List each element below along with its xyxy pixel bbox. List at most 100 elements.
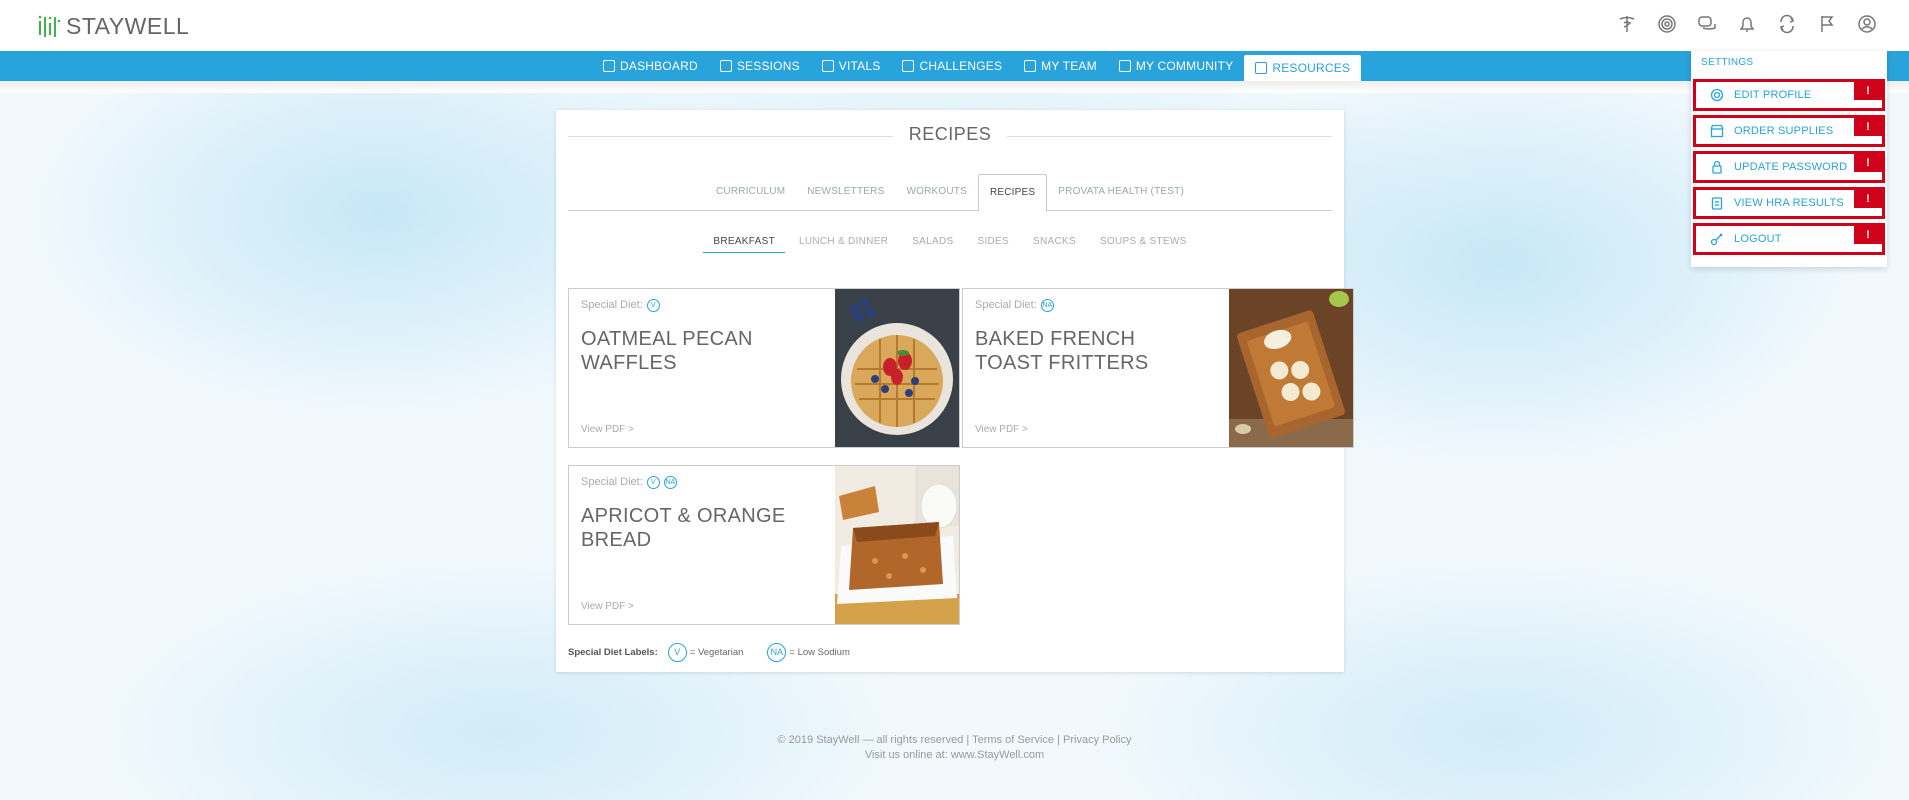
top-header: STAYWELL (0, 0, 1909, 51)
lock-icon (1710, 160, 1724, 174)
recipe-card-oatmeal-pecan-waffles[interactable]: Special Diet: V OATMEAL PECAN WAFFLES Vi… (568, 288, 960, 448)
nav-vitals[interactable]: VITALS (811, 51, 892, 81)
bell-icon[interactable] (1735, 12, 1759, 36)
nav-label: DASHBOARD (620, 59, 698, 73)
vegetarian-badge: V (646, 475, 660, 489)
tab-curriculum[interactable]: CURRICULUM (705, 174, 796, 210)
tab-recipes[interactable]: RECIPES (977, 174, 1048, 212)
recipe-title: OATMEAL PECAN WAFFLES (581, 328, 753, 374)
footer-separator: | (966, 734, 970, 746)
subtab-salads[interactable]: SALADS (902, 232, 963, 252)
staywell-logo[interactable]: STAYWELL (38, 12, 189, 40)
special-diet-row: Special Diet: V NA (581, 474, 811, 490)
logout-icon (1710, 232, 1724, 246)
nav-my-community[interactable]: MY COMMUNITY (1108, 51, 1245, 81)
page-title: RECIPES (892, 124, 1008, 145)
french-toast-image (1229, 289, 1353, 447)
view-pdf-link[interactable]: View PDF > (975, 424, 1028, 435)
settings-edit-profile[interactable]: EDIT PROFILE ! (1693, 79, 1885, 111)
resource-tabs: CURRICULUM NEWSLETTERS WORKOUTS RECIPES … (568, 174, 1332, 212)
title-divider-right (996, 136, 1332, 137)
settings-update-password[interactable]: UPDATE PASSWORD ! (1693, 151, 1885, 183)
settings-item-label: EDIT PROFILE (1734, 89, 1812, 101)
copyright-text: © 2019 StayWell — all rights reserved (777, 734, 964, 746)
settings-logout[interactable]: LOGOUT ! (1693, 223, 1885, 255)
apricot-bread-image (835, 466, 959, 624)
settings-view-hra-results[interactable]: VIEW HRA RESULTS ! (1693, 187, 1885, 219)
terms-of-service-link[interactable]: Terms of Service (972, 734, 1054, 746)
chart-icon (902, 60, 915, 72)
privacy-policy-link[interactable]: Privacy Policy (1063, 734, 1131, 746)
settings-dropdown: SETTINGS EDIT PROFILE ! ORDER SUPPLIES !… (1691, 51, 1887, 267)
vegetarian-badge: V (646, 298, 660, 312)
top-icon-bar (1615, 12, 1879, 36)
vegetarian-legend-badge: V (667, 643, 687, 662)
special-diet-legend: Special Diet Labels: V = Vegetarian NA =… (568, 643, 874, 662)
nav-label: VITALS (838, 59, 881, 73)
settings-header: SETTINGS (1701, 57, 1754, 68)
tab-newsletters[interactable]: NEWSLETTERS (796, 174, 895, 210)
view-pdf-link[interactable]: View PDF > (581, 601, 634, 612)
chat-icon[interactable] (1695, 12, 1719, 36)
nav-resources[interactable]: RESOURCES (1244, 55, 1362, 81)
subtab-lunch-dinner[interactable]: LUNCH & DINNER (789, 232, 898, 252)
sync-icon[interactable] (1775, 12, 1799, 36)
alert-badge: ! (1854, 118, 1882, 136)
broadcast-icon[interactable] (1655, 12, 1679, 36)
nav-label: MY TEAM (1041, 59, 1097, 73)
nav-label: RESOURCES (1272, 61, 1351, 75)
calendar-icon (719, 60, 732, 72)
subtab-soups-stews[interactable]: SOUPS & STEWS (1090, 232, 1197, 252)
gear-icon (1710, 88, 1724, 102)
settings-item-label: UPDATE PASSWORD (1734, 161, 1848, 173)
special-diet-label: Special Diet: (581, 476, 643, 488)
settings-order-supplies[interactable]: ORDER SUPPLIES ! (1693, 115, 1885, 147)
recipe-category-tabs: BREAKFAST LUNCH & DINNER SALADS SIDES SN… (568, 232, 1332, 256)
recipe-title: BAKED FRENCH TOAST FRITTERS (975, 328, 1149, 374)
alert-badge: ! (1854, 154, 1882, 172)
page-footer: © 2019 StayWell — all rights reserved | … (0, 733, 1909, 763)
heart-icon (821, 60, 834, 72)
nav-dashboard[interactable]: DASHBOARD (592, 51, 709, 81)
nav-shadow (0, 81, 1909, 93)
page-title-row: RECIPES (568, 124, 1332, 148)
low-sodium-badge: NA (663, 475, 677, 489)
view-pdf-link[interactable]: View PDF > (581, 424, 634, 435)
recipe-card-baked-french-toast-fritters[interactable]: Special Diet: NA BAKED FRENCH TOAST FRIT… (962, 288, 1354, 448)
subtab-breakfast[interactable]: BREAKFAST (703, 232, 785, 253)
alert-badge: ! (1854, 190, 1882, 208)
team-icon (1024, 60, 1037, 72)
tab-provata-health[interactable]: PROVATA HEALTH (TEST) (1047, 174, 1195, 210)
settings-item-label: LOGOUT (1734, 233, 1782, 245)
nav-label: SESSIONS (736, 59, 800, 73)
visit-us-text: Visit us online at: www.StayWell.com (864, 749, 1045, 761)
recipe-card-apricot-orange-bread[interactable]: Special Diet: V NA APRICOT & ORANGE BREA… (568, 465, 960, 625)
legend-label: Special Diet Labels: (568, 647, 658, 658)
globe-icon (1118, 60, 1131, 72)
nav-my-team[interactable]: MY TEAM (1013, 51, 1108, 81)
subtab-sides[interactable]: SIDES (967, 232, 1019, 252)
settings-item-label: ORDER SUPPLIES (1734, 125, 1834, 137)
flag-icon[interactable] (1815, 12, 1839, 36)
special-diet-label: Special Diet: (581, 299, 643, 311)
recipe-title: APRICOT & ORANGE BREAD (581, 505, 786, 551)
tab-workouts[interactable]: WORKOUTS (895, 174, 978, 210)
main-nav: DASHBOARD SESSIONS VITALS CHALLENGES MY … (0, 51, 1909, 81)
user-icon[interactable] (1855, 12, 1879, 36)
resources-icon (1255, 62, 1268, 74)
subtab-snacks[interactable]: SNACKS (1023, 232, 1086, 252)
special-diet-label: Special Diet: (975, 299, 1037, 311)
footer-separator: | (1057, 734, 1060, 746)
settings-item-label: VIEW HRA RESULTS (1734, 197, 1844, 209)
special-diet-row: Special Diet: NA (975, 297, 1205, 313)
special-diet-row: Special Diet: V (581, 297, 811, 313)
caduceus-icon[interactable] (1615, 12, 1639, 36)
low-sodium-legend-badge: NA (767, 643, 787, 662)
logo-mark-icon (38, 15, 60, 37)
nav-challenges[interactable]: CHALLENGES (891, 51, 1013, 81)
logo-text: STAYWELL (66, 12, 190, 39)
alert-badge: ! (1854, 226, 1882, 244)
low-sodium-badge: NA (1040, 298, 1054, 312)
nav-sessions[interactable]: SESSIONS (709, 51, 811, 81)
low-sodium-legend-text: = Low Sodium (789, 647, 850, 658)
